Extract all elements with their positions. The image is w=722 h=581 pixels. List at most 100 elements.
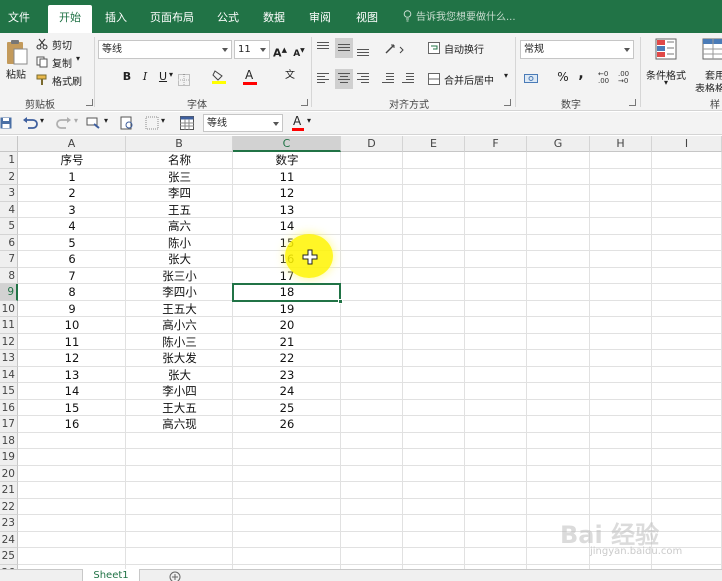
cell-A15[interactable]: 14 — [18, 383, 126, 400]
row-header[interactable]: 1 — [0, 152, 18, 169]
clipboard-launcher-icon[interactable] — [86, 99, 93, 106]
cell-C5[interactable]: 14 — [233, 218, 341, 235]
cell-C10[interactable]: 19 — [233, 301, 341, 318]
cell-C15[interactable]: 24 — [233, 383, 341, 400]
comma-style-button[interactable]: , — [576, 66, 586, 82]
bold-button[interactable]: B — [120, 69, 134, 85]
cell-B3[interactable]: 李四 — [126, 185, 233, 202]
conditional-formatting-button[interactable]: 条件格式 ▾ — [644, 36, 690, 92]
row-header[interactable]: 17 — [0, 416, 18, 433]
align-middle-button[interactable] — [335, 38, 353, 58]
chevron-down-icon[interactable]: ▾ — [40, 116, 44, 125]
row-header[interactable]: 14 — [0, 366, 18, 383]
merge-center-button[interactable]: 合并后居中 ▾ — [428, 71, 512, 87]
cell-A10[interactable]: 9 — [18, 301, 126, 318]
fill-handle[interactable] — [338, 298, 343, 304]
phonetic-button[interactable]: 文 — [282, 68, 298, 84]
cell-A17[interactable]: 16 — [18, 416, 126, 433]
row-header[interactable]: 22 — [0, 498, 18, 515]
row-header[interactable]: 12 — [0, 333, 18, 350]
align-bottom-button[interactable] — [357, 46, 371, 58]
cut-button[interactable]: 剪切 — [36, 36, 80, 52]
print-preview-icon[interactable] — [120, 116, 134, 130]
cell-B5[interactable]: 高六 — [126, 218, 233, 235]
row-header[interactable]: 25 — [0, 548, 18, 565]
sheet-tab[interactable]: Sheet1 — [82, 569, 140, 581]
copy-button[interactable]: 复制 ▾ — [36, 54, 86, 70]
number-format-select[interactable]: 常规 — [520, 40, 634, 59]
cell-A11[interactable]: 10 — [18, 317, 126, 334]
cell-B7[interactable]: 张大 — [126, 251, 233, 268]
tab-view[interactable]: 视图 — [347, 5, 387, 33]
cell-B17[interactable]: 高六现 — [126, 416, 233, 433]
cell-A12[interactable]: 11 — [18, 334, 126, 351]
cell-C1[interactable]: 数字 — [233, 152, 341, 169]
paste-button[interactable]: 粘贴 — [3, 36, 31, 92]
cell-B14[interactable]: 张大 — [126, 367, 233, 384]
chevron-down-icon[interactable]: ▾ — [169, 70, 173, 79]
borders-qat-icon[interactable] — [145, 116, 159, 130]
qat-font-select[interactable]: 等线 — [203, 114, 283, 132]
cell-B16[interactable]: 王大五 — [126, 400, 233, 417]
row-header[interactable]: 18 — [0, 432, 18, 449]
column-header[interactable]: F — [465, 136, 527, 152]
cell-A4[interactable]: 3 — [18, 202, 126, 219]
row-header[interactable]: 11 — [0, 317, 18, 334]
decrease-decimal-button[interactable]: .00 →0 — [618, 71, 634, 85]
row-header[interactable]: 5 — [0, 218, 18, 235]
tab-review[interactable]: 审阅 — [300, 5, 340, 33]
chevron-down-icon[interactable]: ▾ — [161, 116, 165, 125]
row-header[interactable]: 20 — [0, 465, 18, 482]
cell-C2[interactable]: 11 — [233, 169, 341, 186]
cell-A5[interactable]: 4 — [18, 218, 126, 235]
select-all-corner[interactable] — [0, 136, 18, 152]
format-painter-button[interactable]: 格式刷 — [36, 72, 88, 88]
cell-B9[interactable]: 李四小 — [126, 284, 233, 301]
grow-font-button[interactable]: A▲ — [273, 42, 287, 60]
row-header[interactable]: 16 — [0, 399, 18, 416]
cell-B2[interactable]: 张三 — [126, 169, 233, 186]
row-header[interactable]: 8 — [0, 267, 18, 284]
fill-color-button[interactable] — [212, 69, 238, 85]
alignment-launcher-icon[interactable] — [504, 99, 511, 106]
increase-decimal-button[interactable]: ←0.00 — [598, 71, 614, 85]
tab-home[interactable]: 开始 — [48, 5, 92, 33]
redo-icon[interactable] — [56, 116, 72, 130]
chevron-down-icon[interactable]: ▾ — [74, 116, 78, 125]
row-header[interactable]: 21 — [0, 482, 18, 499]
save-icon[interactable] — [0, 117, 12, 129]
cell-A13[interactable]: 12 — [18, 350, 126, 367]
column-header[interactable]: G — [527, 136, 590, 152]
tab-file[interactable]: 文件 — [0, 5, 38, 33]
italic-button[interactable]: I — [138, 69, 152, 85]
cell-A16[interactable]: 15 — [18, 400, 126, 417]
cell-B1[interactable]: 名称 — [126, 152, 233, 169]
cell-C14[interactable]: 23 — [233, 367, 341, 384]
decrease-indent-button[interactable] — [382, 73, 396, 85]
format-as-table-button[interactable]: 套用 表格格 — [692, 36, 722, 92]
font-name-select[interactable]: 等线 — [98, 40, 232, 59]
tab-page-layout[interactable]: 页面布局 — [143, 5, 201, 33]
cell-B11[interactable]: 高小六 — [126, 317, 233, 334]
shrink-font-button[interactable]: A▼ — [292, 43, 306, 59]
cell-C4[interactable]: 13 — [233, 202, 341, 219]
column-header[interactable]: I — [652, 136, 722, 152]
tell-me-box[interactable]: 告诉我您想要做什么... — [403, 5, 516, 33]
percent-button[interactable]: % — [556, 69, 570, 85]
accounting-format-button[interactable] — [524, 70, 550, 86]
cell-A1[interactable]: 序号 — [18, 152, 126, 169]
cell-A7[interactable]: 6 — [18, 251, 126, 268]
cell-A9[interactable]: 8 — [18, 284, 126, 301]
column-header[interactable]: A — [18, 136, 126, 152]
row-header[interactable]: 24 — [0, 531, 18, 548]
cell-B12[interactable]: 陈小三 — [126, 334, 233, 351]
cell-A8[interactable]: 7 — [18, 268, 126, 285]
row-header[interactable]: 15 — [0, 383, 18, 400]
cell-C3[interactable]: 12 — [233, 185, 341, 202]
cell-C16[interactable]: 25 — [233, 400, 341, 417]
qat-font-color-button[interactable]: A ▾ — [292, 114, 316, 133]
cell-B10[interactable]: 王五大 — [126, 301, 233, 318]
row-header[interactable]: 9 — [0, 284, 18, 301]
cell-A2[interactable]: 1 — [18, 169, 126, 186]
wrap-text-button[interactable]: 自动换行 — [428, 40, 492, 56]
